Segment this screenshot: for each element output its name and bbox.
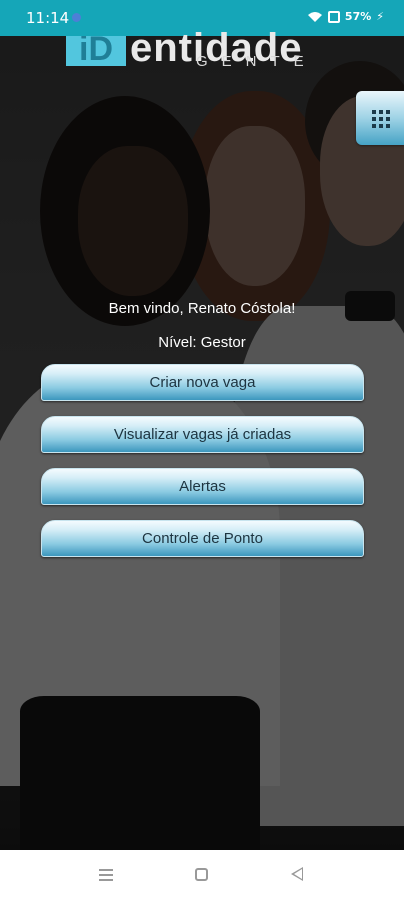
view-jobs-button[interactable]: Visualizar vagas já criadas [41,416,364,453]
sim-icon [327,10,340,23]
grid-menu-icon [372,110,390,128]
user-level-text: Nível: Gestor [158,334,246,351]
battery-percent: 57% [344,10,372,23]
status-time: 11:14 [26,9,70,27]
recent-apps-icon[interactable] [99,869,113,881]
back-icon[interactable] [291,867,303,881]
logo-subtitle: GENTE [196,53,318,70]
charging-bolt-icon: ⚡ [376,10,384,23]
app-logo: iD entidade GENTE [66,26,346,88]
create-job-button[interactable]: Criar nova vaga [41,364,364,401]
wifi-icon [307,11,322,22]
notification-dot-icon [72,13,81,22]
status-icons: 57% ⚡ [307,10,384,23]
welcome-text: Bem vindo, Renato Cóstola! [108,300,296,317]
grid-menu-button[interactable] [356,91,404,145]
home-icon[interactable] [195,868,208,881]
logo-mark: iD [66,36,126,66]
system-nav-bar [0,850,404,900]
alerts-button[interactable]: Alertas [41,468,364,505]
time-clock-button[interactable]: Controle de Ponto [41,520,364,557]
